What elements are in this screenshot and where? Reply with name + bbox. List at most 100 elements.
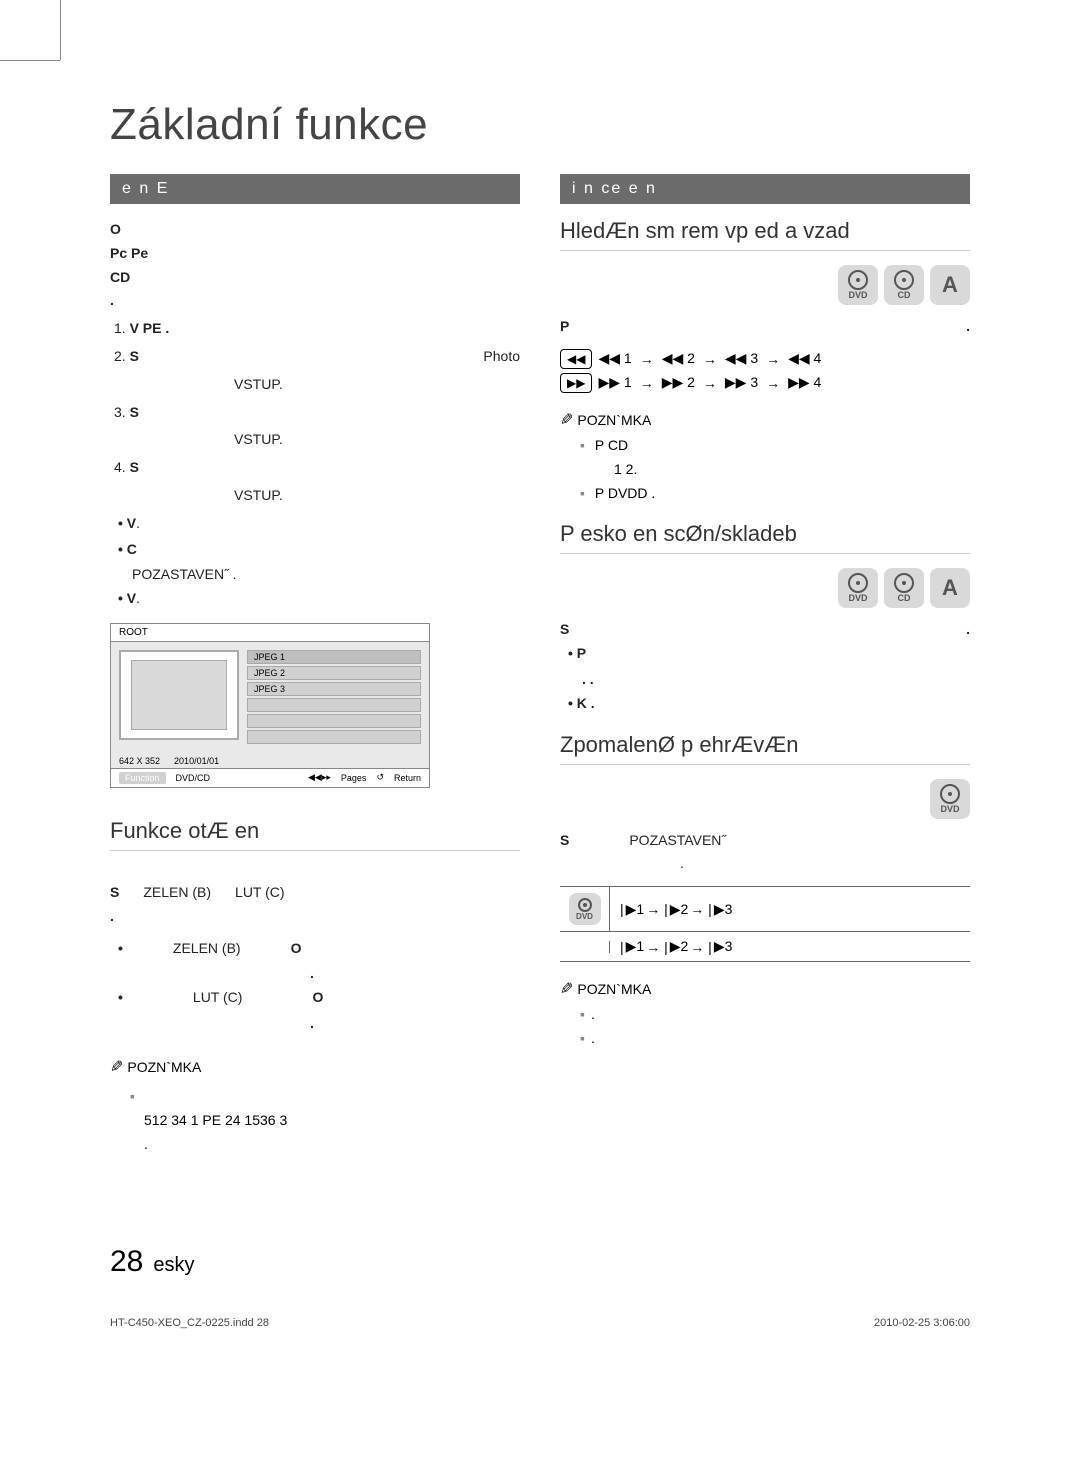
sb-return-icon: ↺ — [376, 772, 384, 783]
left-column: e n E O Pc Pe CD . 1. V PE . 2. S Photo … — [110, 174, 520, 1156]
skip-bullet-1-rest: . . — [582, 668, 970, 692]
slow-s-rest: . — [680, 852, 970, 876]
cd-icon: CD — [884, 265, 924, 305]
page-content: Základní funkce e n E O Pc Pe CD . 1. V … — [110, 100, 970, 1156]
note-icon — [110, 1059, 127, 1075]
sb-item-1: JPEG 1 — [247, 650, 421, 664]
right-note-2: POZN`MKA . . — [560, 976, 970, 1051]
dvd-icon: DVD — [838, 265, 878, 305]
page-number: 28 — [110, 1245, 143, 1279]
sb-res: 642 X 352 — [119, 756, 160, 766]
print-stamp: 2010-02-25 3:06:00 — [874, 1317, 970, 1329]
note-icon-2 — [560, 412, 577, 428]
bullet-1: V. — [132, 512, 520, 536]
left-note-end: . — [144, 1133, 520, 1157]
left-bullets: V. C POZASTAVEN˝ . V. — [110, 512, 520, 611]
intro-line-2: CD — [110, 266, 520, 290]
media-icons-2: DVD CD A — [560, 568, 970, 608]
page-footer: 28 esky — [110, 1245, 195, 1279]
intro-o: O — [110, 218, 520, 242]
print-metadata: HT-C450-XEO_CZ-0225.indd 28 2010-02-25 3… — [110, 1317, 970, 1329]
sb-footer: Function DVD/CD ◀◀▸▸ Pages ↺ Return — [111, 768, 429, 787]
slow-row-1-seq: |▶1 → |▶2 → |▶3 — [610, 895, 742, 924]
left-steps: 1. V PE . 2. S Photo VSTUP. 3. S VSTUP. … — [114, 317, 520, 508]
dvd-icon-2: DVD — [838, 568, 878, 608]
media-icons-1: DVD CD A — [560, 265, 970, 305]
bullet-3: V. — [132, 587, 520, 611]
left-note-bold: 512 34 1 PE 24 1536 3 — [144, 1109, 520, 1133]
left-section-bar: e n E — [110, 174, 520, 204]
sb-meta: 642 X 352 2010/01/01 — [111, 754, 429, 768]
dvd-icon-3: DVD — [930, 779, 970, 819]
sb-item-empty-3 — [247, 730, 421, 744]
sb-body: JPEG 1 JPEG 2 JPEG 3 — [111, 642, 429, 754]
sb-pages-icon: ◀◀▸▸ — [308, 772, 331, 783]
note2-dot1: . — [580, 1003, 970, 1027]
skip-s: S . — [560, 618, 970, 642]
forward-button-icon: ▶▶ — [560, 373, 592, 393]
rotate-bullet-2: LUT (C) O — [132, 986, 520, 1010]
page-lang: esky — [153, 1254, 194, 1277]
note-label: POZN`MKA — [127, 1059, 201, 1075]
p-line: P . — [560, 315, 970, 339]
a-icon-2: A — [930, 568, 970, 608]
cd-icon-2: CD — [884, 568, 924, 608]
skip-bullet-1: P — [582, 642, 970, 666]
print-file: HT-C450-XEO_CZ-0225.indd 28 — [110, 1317, 269, 1329]
sb-list: JPEG 1 JPEG 2 JPEG 3 — [247, 650, 421, 746]
slow-s: S POZASTAVEN˝ — [560, 829, 970, 853]
sb-return: Return — [394, 773, 421, 783]
media-icons-3: DVD — [560, 779, 970, 819]
seq-rewind: ◀◀ ◀◀ 1→ ◀◀ 2→ ◀◀ 3→ ◀◀ 4 — [560, 349, 970, 369]
sb-item-3: JPEG 3 — [247, 682, 421, 696]
skip-bullets: P . . K . — [560, 642, 970, 715]
sb-item-empty-2 — [247, 714, 421, 728]
seq-forward: ▶▶ ▶▶ 1→ ▶▶ 2→ ▶▶ 3→ ▶▶ 4 — [560, 373, 970, 393]
sb-item-empty-1 — [247, 698, 421, 712]
rotate-bullet-1-dot: . — [310, 962, 520, 986]
step-4: 4. S — [114, 456, 520, 480]
note2-dot2: . — [580, 1027, 970, 1051]
seq-block: ◀◀ ◀◀ 1→ ◀◀ 2→ ◀◀ 3→ ◀◀ 4 ▶▶ ▶▶ 1→ ▶▶ 2→… — [560, 349, 970, 393]
page-title: Základní funkce — [110, 100, 970, 150]
rotate-heading: Funkce otÆ en — [110, 818, 520, 851]
right-column: i n ce e n HledÆn sm rem vp ed a vzad DV… — [560, 174, 970, 1156]
note1-line1-rest: 1 2. — [614, 458, 970, 482]
slow-row-2: |▶1 → |▶2 → |▶3 — [560, 932, 970, 961]
sb-thumbnail — [119, 650, 239, 740]
sb-date: 2010/01/01 — [174, 756, 219, 766]
slow-heading: ZpomalenØ p ehrÆvÆn — [560, 732, 970, 765]
rewind-button-icon: ◀◀ — [560, 349, 592, 369]
intro-line-1: Pc Pe — [110, 242, 520, 266]
note1-line1: P CD — [580, 434, 970, 458]
skip-bullet-2: K . — [582, 692, 970, 716]
slow-row-1: DVD |▶1 → |▶2 → |▶3 — [560, 887, 970, 932]
rotate-bullets: ZELEN (B) O . LUT (C) O . — [110, 937, 520, 1036]
slow-table: DVD |▶1 → |▶2 → |▶3 |▶1 → |▶2 → |▶3 — [560, 886, 970, 962]
a-icon: A — [930, 265, 970, 305]
skip-heading: P esko en scØn/skladeb — [560, 521, 970, 554]
step-3: 3. S — [114, 401, 520, 425]
sb-item-2: JPEG 2 — [247, 666, 421, 680]
rotate-bullet-1: ZELEN (B) O — [132, 937, 520, 961]
note-label-3: POZN`MKA — [577, 981, 651, 997]
right-note-1: POZN`MKA P CD 1 2. P DVDD . — [560, 407, 970, 506]
search-heading: HledÆn sm rem vp ed a vzad — [560, 218, 970, 251]
step-2-after: VSTUP. — [234, 373, 520, 397]
slow-row-1-icon: DVD — [560, 887, 610, 931]
two-columns: e n E O Pc Pe CD . 1. V PE . 2. S Photo … — [110, 174, 970, 1156]
rotate-bullet-2-dot: . — [310, 1012, 520, 1036]
note-label-2: POZN`MKA — [577, 412, 651, 428]
right-section-bar: i n ce e n — [560, 174, 970, 204]
step-1: 1. V PE . — [114, 317, 520, 341]
left-intro: O Pc Pe CD . — [110, 218, 520, 313]
step-4-after: VSTUP. — [234, 484, 520, 508]
note-icon-3 — [560, 981, 577, 997]
sb-pages: Pages — [341, 773, 367, 783]
note1-line2: P DVDD . — [580, 482, 970, 506]
jpeg-browser-screenshot: ROOT JPEG 1 JPEG 2 JPEG 3 642 X 352 2010… — [110, 623, 430, 788]
sb-root: ROOT — [111, 624, 429, 642]
rotate-text: S ZELEN (B) LUT (C) . — [110, 881, 520, 929]
sb-footer-label: DVD/CD — [176, 773, 211, 783]
intro-line-3: . — [110, 289, 520, 313]
